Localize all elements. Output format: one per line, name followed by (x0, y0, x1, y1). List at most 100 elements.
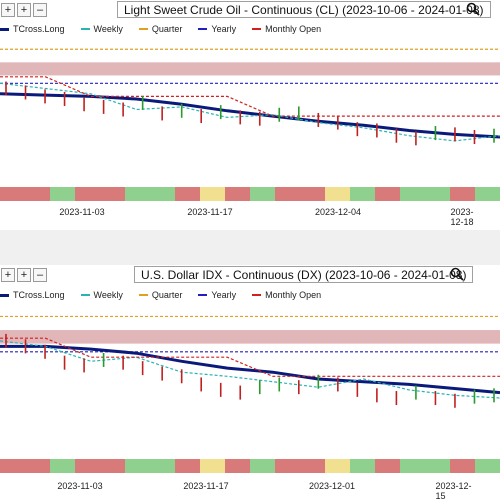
signal-band-cell (0, 459, 25, 473)
legend-label-weekly: Weekly (93, 24, 123, 34)
legend-item: TCross.Long (0, 24, 65, 34)
signal-band-cell (275, 187, 300, 201)
signal-band-cell (200, 187, 225, 201)
legend-label-weekly: Weekly (93, 290, 123, 300)
x-tick-label: 2023-12-15 (435, 481, 472, 500)
legend-item: Monthly Open (252, 24, 321, 34)
signal-band-cell (150, 459, 175, 473)
legend-item: Quarter (138, 24, 183, 34)
x-axis: 2023-11-03 2023-11-17 2023-12-01 2023-12… (0, 477, 500, 500)
signal-band-cell (100, 459, 125, 473)
dollar-index-plot (0, 315, 500, 473)
signal-band-cell (225, 187, 250, 201)
legend-swatch-tcross (0, 27, 9, 31)
legend-item: TCross.Long (0, 290, 65, 300)
chart-toolbar: + + – (0, 265, 47, 285)
x-tick-label: 2023-11-03 (57, 481, 103, 491)
legend-item: Monthly Open (252, 290, 321, 300)
dollar-index-chart-panel: + + – U.S. Dollar IDX - Continuous (DX) … (0, 265, 500, 500)
signal-band-cell (400, 187, 425, 201)
signal-band-cell (475, 187, 500, 201)
signal-band-cell (275, 459, 300, 473)
signal-band-cell (425, 187, 450, 201)
zoom-in-button[interactable]: + (1, 3, 15, 17)
x-tick-label: 2023-11-17 (183, 481, 229, 491)
signal-band-cell (175, 459, 200, 473)
zoom-out-button[interactable]: – (33, 3, 47, 17)
signal-band-cell (75, 187, 100, 201)
signal-band-cell (250, 459, 275, 473)
signal-band-cell (325, 459, 350, 473)
chart-legend: TCross.Long Weekly Quarter Yearly Monthl… (0, 21, 337, 37)
signal-band-cell (400, 459, 425, 473)
signal-band-cell (150, 187, 175, 201)
signal-band-cell (450, 187, 475, 201)
legend-item: Weekly (80, 290, 123, 300)
signal-band-cell (350, 187, 375, 201)
panel-separator (0, 230, 500, 265)
signal-band-cell (50, 459, 75, 473)
chart-title[interactable]: Light Sweet Crude Oil - Continuous (CL) … (117, 1, 491, 18)
x-tick-label: 2023-12-04 (314, 207, 362, 217)
search-icon[interactable] (450, 267, 464, 281)
signal-band-cell (25, 187, 50, 201)
add-button[interactable]: + (17, 268, 31, 282)
legend-label-tcross: TCross.Long (13, 24, 65, 34)
x-axis: 2023-11-03 2023-11-17 2023-12-04 2023-12… (0, 203, 500, 227)
legend-label-tcross: TCross.Long (13, 290, 65, 300)
signal-band-cell (425, 459, 450, 473)
crude-oil-plot (0, 48, 500, 201)
signal-band-cell (225, 459, 250, 473)
x-tick-label: 2023-12-18 (450, 207, 474, 227)
resistance-zone (0, 330, 500, 344)
signal-band-cell (25, 459, 50, 473)
tcross-long-line (0, 344, 500, 395)
legend-label-monthly-open: Monthly Open (265, 290, 322, 300)
signal-band-cell (300, 459, 325, 473)
legend-swatch-yearly (198, 294, 208, 296)
signal-band-cell (200, 459, 225, 473)
signal-band-cell (250, 187, 275, 201)
legend-item: Weekly (80, 24, 123, 34)
legend-swatch-weekly (80, 28, 90, 30)
legend-swatch-quarter (138, 28, 148, 30)
signal-band-cell (450, 459, 475, 473)
zoom-in-button[interactable]: + (1, 268, 15, 282)
legend-item: Quarter (138, 290, 183, 300)
legend-label-quarter: Quarter (151, 24, 183, 34)
tcross-long-line (0, 92, 500, 139)
signal-band-cell (50, 187, 75, 201)
signal-band-cell (300, 187, 325, 201)
signal-band-cell (125, 459, 150, 473)
legend-swatch-tcross (0, 293, 9, 297)
signal-band-cell (325, 187, 350, 201)
legend-swatch-monthly-open (252, 294, 262, 296)
signal-band-cell (125, 187, 150, 201)
legend-item: Yearly (198, 24, 236, 34)
x-tick-label: 2023-11-17 (187, 207, 233, 217)
crude-oil-chart-panel: + + – Light Sweet Crude Oil - Continuous… (0, 0, 500, 230)
signal-band-cell (0, 187, 25, 201)
legend-swatch-monthly-open (252, 28, 262, 30)
legend-swatch-quarter (138, 294, 148, 296)
signal-band-cell (350, 459, 375, 473)
signal-band-cell (375, 459, 400, 473)
x-tick-label: 2023-12-01 (308, 481, 356, 491)
x-tick-label: 2023-11-03 (59, 207, 105, 217)
chart-legend: TCross.Long Weekly Quarter Yearly Monthl… (0, 287, 337, 303)
legend-label-quarter: Quarter (151, 290, 183, 300)
chart-toolbar: + + – (0, 0, 47, 20)
legend-label-monthly-open: Monthly Open (265, 24, 322, 34)
chart-title[interactable]: U.S. Dollar IDX - Continuous (DX) (2023-… (134, 266, 474, 283)
signal-band-cell (475, 459, 500, 473)
zoom-out-button[interactable]: – (33, 268, 47, 282)
signal-band-cell (75, 459, 100, 473)
legend-swatch-yearly (198, 28, 208, 30)
signal-band-cell (175, 187, 200, 201)
search-icon[interactable] (466, 2, 480, 16)
legend-swatch-weekly (80, 294, 90, 296)
legend-label-yearly: Yearly (211, 24, 237, 34)
signal-band-cell (100, 187, 125, 201)
add-button[interactable]: + (17, 3, 31, 17)
legend-label-yearly: Yearly (211, 290, 237, 300)
